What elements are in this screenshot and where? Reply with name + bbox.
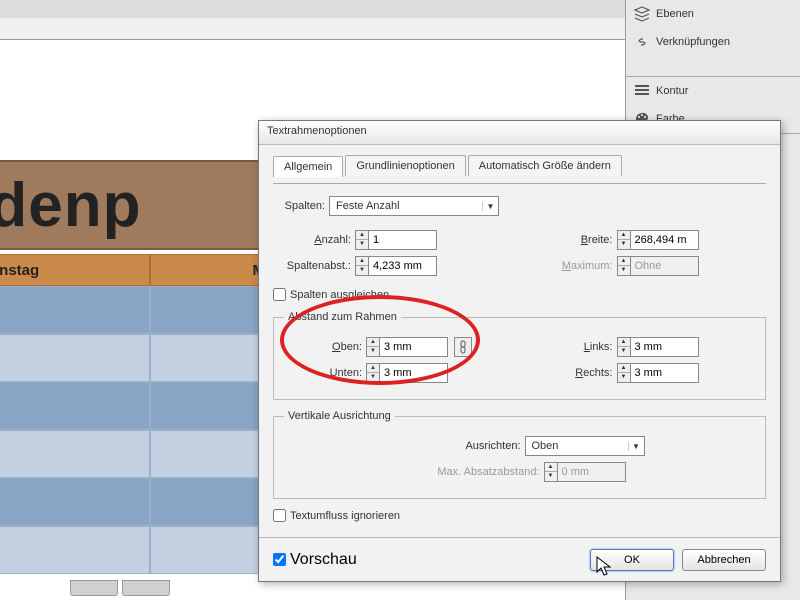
unten-spinner[interactable]: ▲▼ <box>366 363 448 383</box>
ausrichten-combo[interactable]: Oben ▼ <box>525 436 645 456</box>
anzahl-spinner[interactable]: ▲▼ <box>355 230 437 250</box>
table-header-cell: enstag <box>0 254 150 286</box>
panel-item-kontur[interactable]: Kontur <box>626 77 800 105</box>
table-cell <box>0 430 150 478</box>
tab-grundlinien[interactable]: Grundlinienoptionen <box>345 155 465 176</box>
table-cell <box>0 334 150 382</box>
inset-fieldset: Abstand zum Rahmen Oben: ▲▼ Unt <box>273 311 766 400</box>
breite-input[interactable] <box>631 230 699 250</box>
oben-label: Oben: <box>284 341 366 353</box>
breite-label: Breite: <box>535 234 617 246</box>
unten-label: Unten: <box>284 367 366 379</box>
stroke-icon <box>634 83 650 99</box>
panel-item-verknuepfungen[interactable]: Verknüpfungen <box>626 28 800 56</box>
oben-input[interactable] <box>380 337 448 357</box>
spaltenabst-input[interactable] <box>369 256 437 276</box>
maxabs-label: Max. Absatzabstand: <box>414 466 544 478</box>
vorschau-label: Vorschau <box>290 551 357 569</box>
inset-legend: Abstand zum Rahmen <box>284 311 401 323</box>
maximum-spinner: ▲▼ <box>617 256 699 276</box>
oben-spinner[interactable]: ▲▼ <box>366 337 448 357</box>
chain-icon <box>458 340 468 354</box>
links-input[interactable] <box>631 337 699 357</box>
links-icon <box>634 34 650 50</box>
textumfluss-checkbox[interactable] <box>273 509 286 522</box>
maxabs-spinner: ▲▼ <box>544 462 626 482</box>
chevron-down-icon: ▼ <box>628 442 644 451</box>
rechts-spinner[interactable]: ▲▼ <box>617 363 699 383</box>
anzahl-label: Anzahl: <box>273 234 355 246</box>
vertical-align-fieldset: Vertikale Ausrichtung Ausrichten: Oben ▼… <box>273 410 766 499</box>
page-tabs <box>70 580 170 596</box>
spalten-combo[interactable]: Feste Anzahl ▼ <box>329 196 499 216</box>
textumfluss-label: Textumfluss ignorieren <box>290 510 400 522</box>
links-label: Links: <box>535 341 617 353</box>
maximum-input <box>631 256 699 276</box>
table-cell <box>0 478 150 526</box>
links-spinner[interactable]: ▲▼ <box>617 337 699 357</box>
link-values-button[interactable] <box>454 337 472 357</box>
rechts-input[interactable] <box>631 363 699 383</box>
ausgleichen-label: Spalten ausgleichen <box>290 289 389 301</box>
rechts-label: Rechts: <box>535 367 617 379</box>
layers-icon <box>634 6 650 22</box>
ausrichten-label: Ausrichten: <box>395 440 525 452</box>
maxabs-input <box>558 462 626 482</box>
panel-label: Ebenen <box>656 8 694 20</box>
spalten-label: Spalten: <box>273 200 329 212</box>
chevron-down-icon: ▼ <box>482 202 498 211</box>
ausgleichen-checkbox[interactable] <box>273 288 286 301</box>
table-cell <box>0 286 150 334</box>
table-cell <box>0 526 150 574</box>
vertical-align-legend: Vertikale Ausrichtung <box>284 410 395 422</box>
vorschau-checkbox[interactable] <box>273 553 286 566</box>
breite-spinner[interactable]: ▲▼ <box>617 230 699 250</box>
panel-label: Verknüpfungen <box>656 36 730 48</box>
spaltenabst-spinner[interactable]: ▲▼ <box>355 256 437 276</box>
unten-input[interactable] <box>380 363 448 383</box>
table-cell <box>0 382 150 430</box>
abbrechen-button[interactable]: Abbrechen <box>682 549 766 571</box>
anzahl-input[interactable] <box>369 230 437 250</box>
ok-button[interactable]: OK <box>590 549 674 571</box>
panel-item-ebenen[interactable]: Ebenen <box>626 0 800 28</box>
tab-allgemein[interactable]: Allgemein <box>273 156 343 177</box>
text-frame-options-dialog: Textrahmenoptionen Allgemein Grundlinien… <box>258 120 781 582</box>
page-tab[interactable] <box>122 580 170 596</box>
horizontal-ruler <box>0 18 625 40</box>
page-tab[interactable] <box>70 580 118 596</box>
dialog-title: Textrahmenoptionen <box>259 121 780 145</box>
spaltenabst-label: Spaltenabst.: <box>273 260 355 272</box>
tab-auto-groesse[interactable]: Automatisch Größe ändern <box>468 155 622 176</box>
maximum-label: Maximum: <box>535 260 617 272</box>
panel-label: Kontur <box>656 85 688 97</box>
